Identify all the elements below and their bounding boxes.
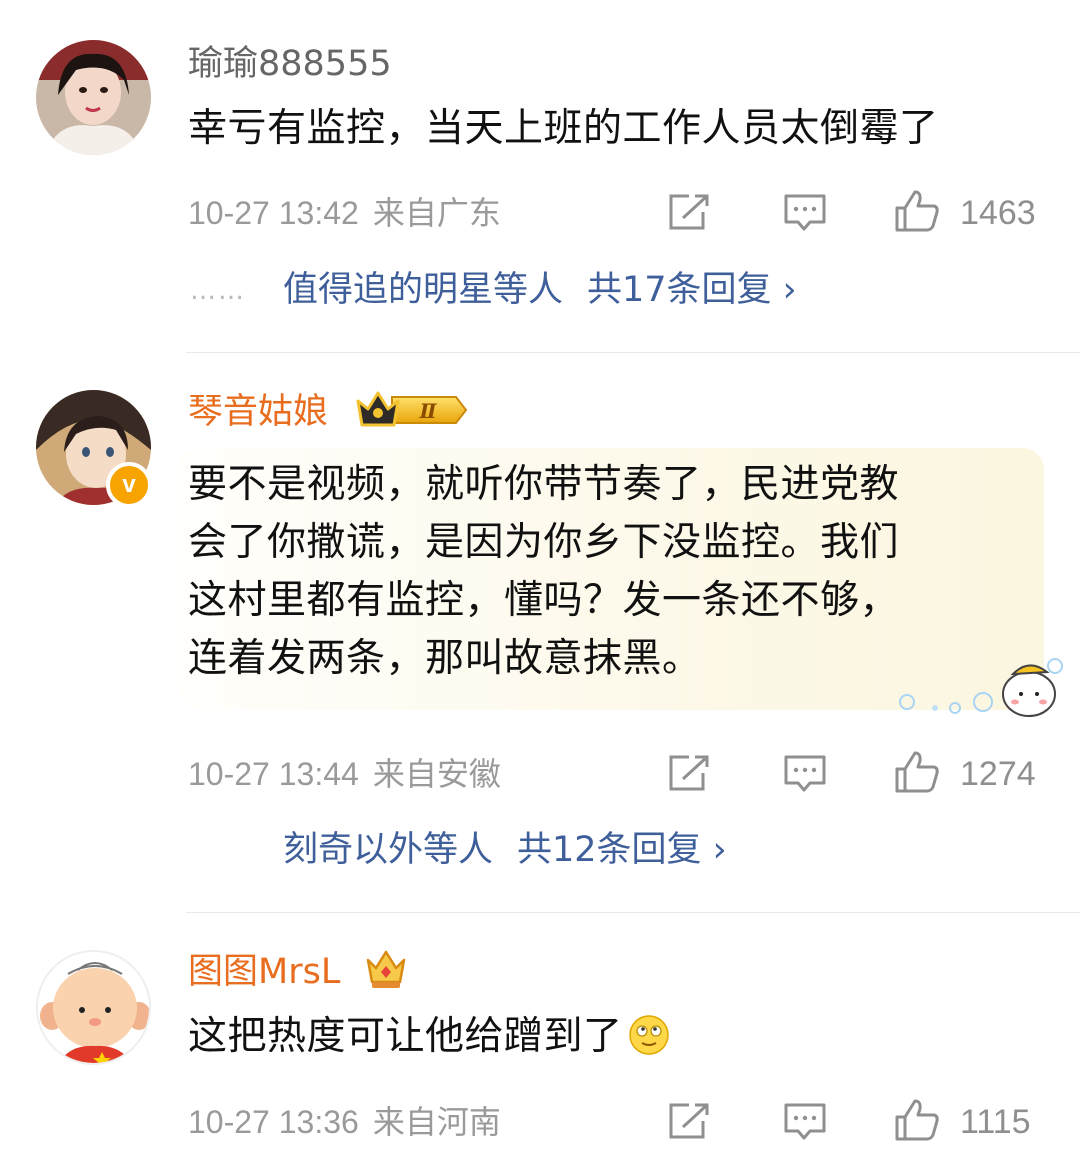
bubble-decoration-icon — [899, 658, 1063, 717]
username[interactable]: 琴音姑娘 — [188, 390, 328, 434]
location: 来自安徽 — [372, 755, 501, 793]
location: 来自河南 — [372, 1103, 501, 1141]
like-icon[interactable] — [893, 749, 941, 795]
comment-2: v 琴音姑娘 Ⅱ 要不是视频，就听你带节奏了，民进党教 会了你撒谎，是因为你乡下… — [0, 352, 1080, 912]
avatar[interactable] — [36, 40, 151, 155]
comment-icon[interactable] — [782, 753, 828, 795]
username[interactable]: 瑜瑜888555 — [188, 42, 392, 86]
badge-level: Ⅱ — [419, 399, 438, 423]
emoji-icon — [628, 1015, 669, 1055]
comment-icon[interactable] — [782, 192, 828, 234]
comment-text: 幸亏有监控，当天上班的工作人员太倒霉了 — [188, 106, 939, 151]
location: 来自广东 — [372, 194, 501, 232]
crown-icon[interactable]: Ⅱ — [352, 387, 470, 433]
comment-1: 瑜瑜888555 幸亏有监控，当天上班的工作人员太倒霉了 10-27 13:42… — [0, 0, 1080, 352]
comment-text: 要不是视频，就听你带节奏了，民进党教 会了你撒谎，是因为你乡下没监控。我们 这村… — [188, 456, 899, 688]
reply-summary[interactable]: 刻奇以外等人 共12条回复 › — [283, 828, 727, 872]
text-line: 要不是视频，就听你带节奏了，民进党教 — [188, 462, 900, 507]
share-icon[interactable] — [667, 192, 711, 232]
share-icon[interactable] — [667, 753, 711, 793]
comment-meta: 10-27 13:36 来自河南 — [188, 1102, 501, 1142]
like-count: 1463 — [960, 194, 1036, 232]
comment-icon[interactable] — [782, 1101, 828, 1143]
reply-summary[interactable]: 值得追的明星等人 共17条回复 › — [283, 268, 797, 312]
share-icon[interactable] — [667, 1101, 711, 1141]
like-count: 1115 — [960, 1103, 1031, 1141]
username[interactable]: 图图MrsL — [188, 950, 340, 994]
timestamp: 10-27 13:36 — [188, 1104, 359, 1140]
reply-dots: …… — [190, 276, 246, 306]
timestamp: 10-27 13:42 — [188, 195, 359, 231]
comment-text-body: 这把热度可让他给蹭到了 — [188, 1014, 623, 1059]
reply-names: 刻奇以外等人 — [283, 830, 494, 870]
reply-count: 共12条回复 › — [517, 830, 727, 870]
comment-3: 图图MrsL 这把热度可让他给蹭到了 10-27 13:36 来自河南 1115 — [0, 912, 1080, 1153]
text-line: 连着发两条，那叫故意抹黑。 — [188, 636, 702, 681]
text-line: 会了你撒谎，是因为你乡下没监控。我们 — [188, 520, 900, 565]
text-line: 这村里都有监控，懂吗？发一条还不够， — [188, 578, 900, 623]
timestamp: 10-27 13:44 — [188, 756, 359, 792]
verified-icon: v — [106, 462, 152, 508]
comment-meta: 10-27 13:44 来自安徽 — [188, 754, 501, 794]
reply-names: 值得追的明星等人 — [283, 270, 564, 310]
like-icon[interactable] — [893, 1097, 941, 1143]
comment-text: 这把热度可让他给蹭到了 — [188, 1008, 671, 1066]
like-icon[interactable] — [893, 188, 941, 234]
crown-icon[interactable] — [362, 946, 410, 992]
comment-meta: 10-27 13:42 来自广东 — [188, 193, 501, 233]
reply-count: 共17条回复 › — [587, 270, 797, 310]
avatar[interactable] — [36, 950, 151, 1065]
like-count: 1274 — [960, 755, 1036, 793]
